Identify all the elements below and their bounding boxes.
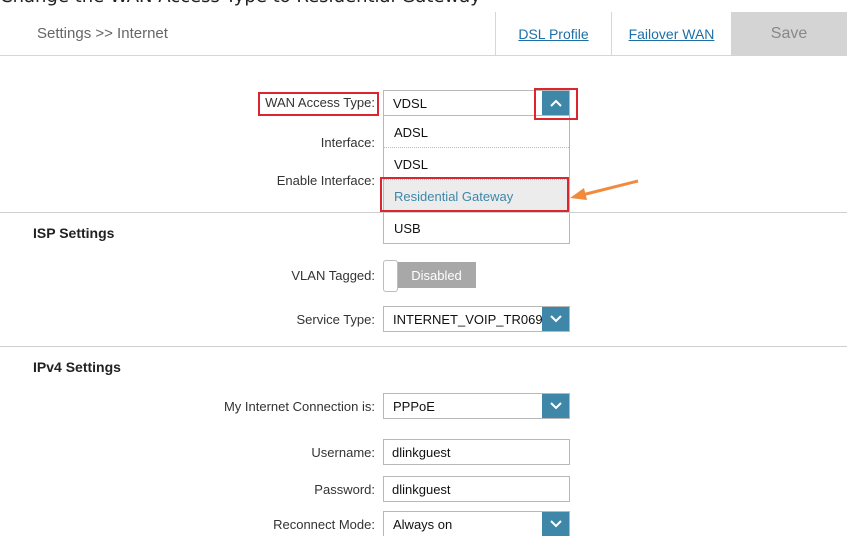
- reconnect-mode-value: Always on: [393, 517, 453, 532]
- tutorial-caption: Change the WAN Access Type to Residentia…: [0, 0, 847, 8]
- save-button[interactable]: Save: [731, 12, 847, 56]
- top-bar: Settings >> Internet DSL Profile Failove…: [0, 12, 847, 56]
- wan-access-type-dropdown: ADSL VDSL Residential Gateway USB: [383, 116, 570, 244]
- wan-access-type-select[interactable]: VDSL: [383, 90, 570, 116]
- interface-label: Interface:: [320, 135, 375, 150]
- isp-settings-title: ISP Settings: [33, 225, 115, 241]
- section-divider: [0, 212, 847, 213]
- enable-interface-label: Enable Interface:: [276, 173, 375, 188]
- username-field[interactable]: dlinkguest: [383, 439, 570, 465]
- reconnect-mode-label: Reconnect Mode:: [273, 517, 375, 532]
- reconnect-mode-select[interactable]: Always on: [383, 511, 570, 536]
- vlan-tagged-toggle[interactable]: Disabled: [383, 260, 476, 292]
- dsl-profile-link[interactable]: DSL Profile: [495, 12, 611, 56]
- internet-connection-label: My Internet Connection is:: [223, 399, 375, 414]
- username-label: Username:: [311, 445, 375, 460]
- vlan-toggle-state: Disabled: [397, 262, 476, 288]
- option-residential-gateway[interactable]: Residential Gateway: [384, 180, 569, 212]
- section-divider: [0, 346, 847, 347]
- failover-wan-link[interactable]: Failover WAN: [611, 12, 731, 56]
- wan-access-type-label: WAN Access Type:: [265, 95, 375, 110]
- option-vdsl[interactable]: VDSL: [384, 148, 569, 180]
- chevron-up-icon[interactable]: [542, 91, 569, 115]
- option-adsl[interactable]: ADSL: [384, 116, 569, 148]
- internet-connection-value: PPPoE: [393, 399, 435, 414]
- internet-connection-select[interactable]: PPPoE: [383, 393, 570, 419]
- toggle-knob[interactable]: [383, 260, 398, 292]
- ipv4-settings-title: IPv4 Settings: [33, 359, 121, 375]
- option-usb[interactable]: USB: [384, 212, 569, 244]
- annotation-arrow-icon: [570, 179, 639, 200]
- chevron-down-icon[interactable]: [542, 512, 569, 536]
- service-type-label: Service Type:: [296, 312, 375, 327]
- password-label: Password:: [314, 482, 375, 497]
- service-type-value: INTERNET_VOIP_TR069: [393, 312, 543, 327]
- chevron-down-icon[interactable]: [542, 394, 569, 418]
- password-field[interactable]: dlinkguest: [383, 476, 570, 502]
- chevron-down-icon[interactable]: [542, 307, 569, 331]
- breadcrumb: Settings >> Internet: [37, 25, 168, 42]
- service-type-select[interactable]: INTERNET_VOIP_TR069: [383, 306, 570, 332]
- wan-access-type-value: VDSL: [393, 96, 427, 111]
- vlan-tagged-label: VLAN Tagged:: [291, 268, 375, 283]
